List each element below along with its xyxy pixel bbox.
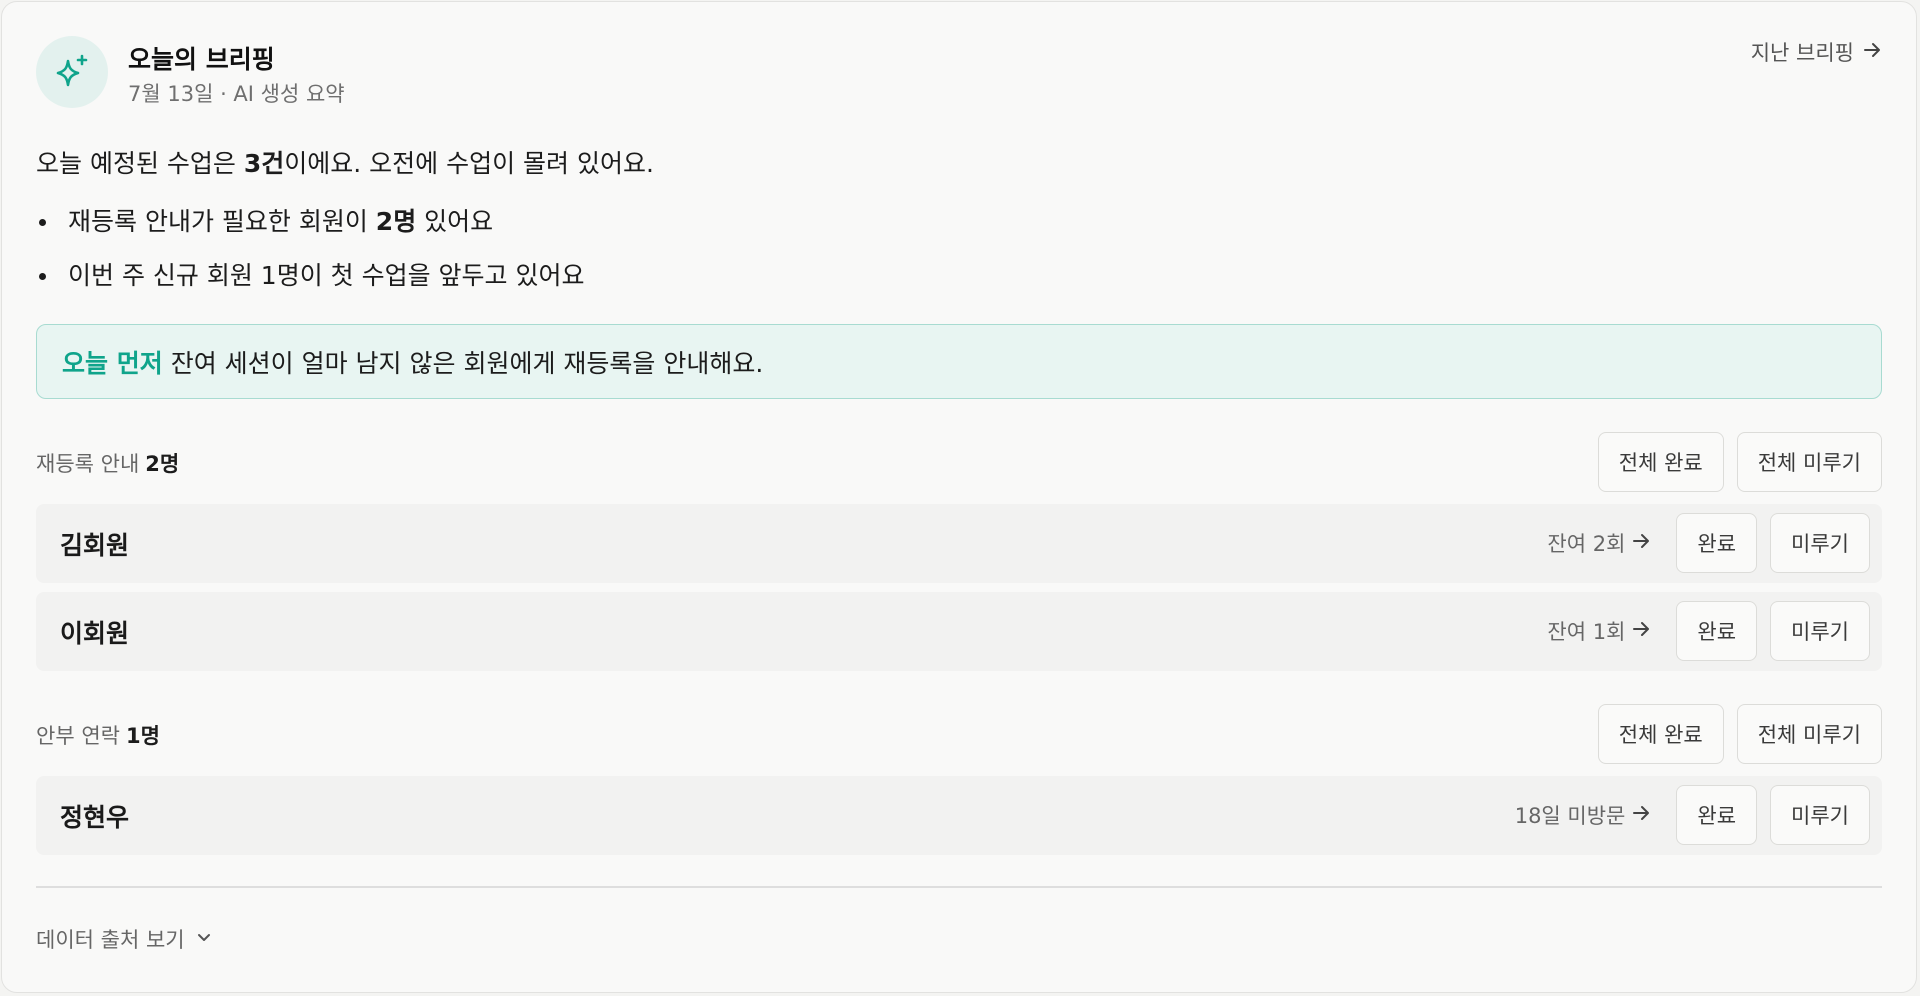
briefing-summary: 오늘 예정된 수업은 3건이에요. 오전에 수업이 몰려 있어요.: [36, 144, 654, 180]
member-status-text: 잔여 1회: [1547, 620, 1626, 644]
chevron-down-icon: [195, 927, 213, 951]
briefing-header: 오늘의 브리핑 7월 13일 · AI 생성 요약 지난 브리핑: [36, 36, 1882, 108]
priority-label: 오늘 먼저: [62, 348, 163, 378]
past-briefing-link[interactable]: 지난 브리핑: [1751, 37, 1882, 67]
postpone-button[interactable]: 미루기: [1770, 785, 1870, 845]
bullet-text: 재등록 안내가 필요한 회원이: [68, 207, 376, 236]
briefing-content: 오늘의 브리핑 7월 13일 · AI 생성 요약 지난 브리핑 오늘 예정된 …: [36, 2, 1882, 992]
bullet-bold: 2명: [375, 207, 417, 236]
complete-button[interactable]: 완료: [1676, 513, 1758, 573]
footer-divider: [36, 886, 1882, 888]
member-status-text: 잔여 2회: [1547, 532, 1626, 556]
member-actions: 잔여 2회 완료 미루기: [1547, 513, 1870, 573]
briefing-bullets: 재등록 안내가 필요한 회원이 2명 있어요 이번 주 신규 회원 1명이 첫 …: [36, 204, 584, 312]
arrow-right-icon: [1631, 803, 1651, 828]
section-actions: 전체 완료 전체 미루기: [1597, 432, 1882, 492]
member-name: 이회원: [60, 619, 130, 648]
complete-button[interactable]: 완료: [1676, 601, 1758, 661]
arrow-right-icon: [1631, 619, 1651, 644]
briefing-subtitle: 7월 13일 · AI 생성 요약: [128, 82, 345, 106]
postpone-button[interactable]: 미루기: [1770, 601, 1870, 661]
priority-text: 잔여 세션이 얼마 남지 않은 회원에게 재등록을 안내해요.: [170, 348, 764, 378]
briefing-card: 오늘의 브리핑 7월 13일 · AI 생성 요약 지난 브리핑 오늘 예정된 …: [1, 1, 1917, 993]
postpone-all-button[interactable]: 전체 미루기: [1736, 432, 1882, 492]
section-count: 1명: [125, 724, 160, 748]
member-name: 정현우: [60, 803, 130, 832]
summary-suffix: 이에요. 오전에 수업이 몰려 있어요.: [284, 149, 654, 178]
bullet-item: 재등록 안내가 필요한 회원이 2명 있어요: [36, 204, 584, 258]
member-row: 이회원 잔여 1회 완료 미루기: [36, 592, 1882, 671]
complete-all-button[interactable]: 전체 완료: [1597, 704, 1724, 764]
section-header-reregistration: 재등록 안내 2명 전체 완료 전체 미루기: [36, 432, 1882, 492]
member-actions: 잔여 1회 완료 미루기: [1547, 601, 1870, 661]
data-source-label: 데이터 출처 보기: [36, 928, 185, 952]
bullet-item: 이번 주 신규 회원 1명이 첫 수업을 앞두고 있어요: [36, 258, 584, 312]
section-header-check-in: 안부 연락 1명 전체 완료 전체 미루기: [36, 704, 1882, 764]
member-row: 김회원 잔여 2회 완료 미루기: [36, 504, 1882, 583]
section-count: 2명: [145, 452, 180, 476]
arrow-right-icon: [1631, 531, 1651, 556]
member-actions: 18일 미방문 완료 미루기: [1515, 785, 1870, 845]
complete-button[interactable]: 완료: [1676, 785, 1758, 845]
postpone-all-button[interactable]: 전체 미루기: [1736, 704, 1882, 764]
briefing-title: 오늘의 브리핑: [128, 45, 275, 74]
member-row: 정현우 18일 미방문 완료 미루기: [36, 776, 1882, 855]
bullet-suffix: 있어요: [416, 207, 494, 236]
member-status-link[interactable]: 18일 미방문: [1515, 800, 1652, 830]
arrow-right-icon: [1862, 40, 1882, 65]
member-name: 김회원: [60, 531, 130, 560]
complete-all-button[interactable]: 전체 완료: [1597, 432, 1724, 492]
member-status-text: 18일 미방문: [1514, 804, 1626, 828]
member-status-link[interactable]: 잔여 2회: [1547, 528, 1651, 558]
sparkle-icon: [36, 36, 108, 108]
past-briefing-label: 지난 브리핑: [1750, 41, 1854, 65]
data-source-toggle[interactable]: 데이터 출처 보기: [36, 924, 213, 954]
summary-prefix: 오늘 예정된 수업은: [36, 149, 244, 178]
member-status-link[interactable]: 잔여 1회: [1547, 616, 1651, 646]
postpone-button[interactable]: 미루기: [1770, 513, 1870, 573]
section-actions: 전체 완료 전체 미루기: [1597, 704, 1882, 764]
section-title: 안부 연락 1명: [36, 720, 160, 750]
priority-callout: 오늘 먼저 잔여 세션이 얼마 남지 않은 회원에게 재등록을 안내해요.: [36, 324, 1882, 399]
section-title: 재등록 안내 2명: [36, 448, 179, 478]
section-title-text: 안부 연락: [36, 724, 120, 748]
section-title-text: 재등록 안내: [36, 452, 140, 476]
bullet-text: 이번 주 신규 회원 1명이 첫 수업을 앞두고 있어요: [68, 261, 585, 290]
summary-count: 3건: [243, 149, 285, 178]
